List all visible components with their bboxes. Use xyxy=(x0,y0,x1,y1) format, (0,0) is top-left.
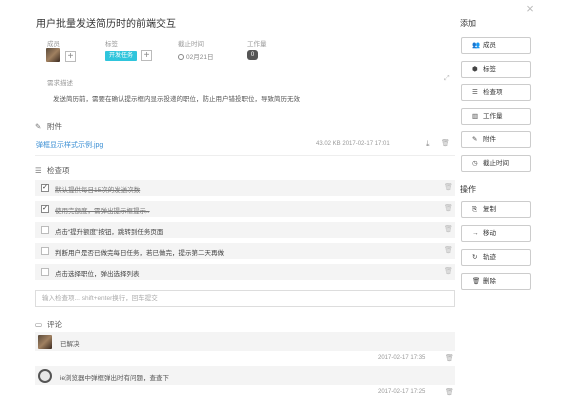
checklist-item[interactable]: ✓ 默认提供每日15次的发送次数 🗑 xyxy=(35,180,455,196)
comment-text: ie浏览器中弹框弹出时有问题，查查下 xyxy=(60,375,170,382)
checklist-input-box[interactable] xyxy=(35,290,455,307)
history-icon: ↻ xyxy=(472,254,478,261)
attachments-heading: ✎ 附件 xyxy=(35,121,62,132)
button-label: 检查项 xyxy=(483,89,503,96)
description-text[interactable]: 发送简历前，需要在确认提示框内显示投递的职位，防止用户错投职位，导致简历无效 xyxy=(53,93,300,103)
button-label: 截止时间 xyxy=(483,160,509,167)
due-date-value: 02月21日 xyxy=(186,54,214,61)
workload-icon: ▥ xyxy=(472,113,479,120)
comment-footer: 2017-02-17 17:35 🗑 xyxy=(35,352,455,365)
trash-icon[interactable]: 🗑 xyxy=(445,388,454,396)
paperclip-icon: ✎ xyxy=(35,122,42,131)
checklist-item-text[interactable]: 使用完额度，需弹出提示框提示.. xyxy=(55,205,150,215)
comments-heading: ▭ 评论 xyxy=(35,319,62,330)
checklist-item-text[interactable]: 点击“提升额度”按钮，跳转到任务页面 xyxy=(55,226,163,236)
add-workload-button[interactable]: ▥ 工作量 xyxy=(461,108,531,125)
delete-button[interactable]: 🗑 删除 xyxy=(461,273,531,290)
tag-label: 标签 xyxy=(105,41,118,48)
add-tag-button[interactable]: + xyxy=(141,50,152,61)
card-detail-main: 用户批量发送简历时的前端交互 成员 标签 截止时间 工作量 + 开发任务 + 0… xyxy=(32,0,457,404)
tag-icon: ⬢ xyxy=(472,66,478,73)
button-label: 复制 xyxy=(483,206,496,213)
checklist-item-text[interactable]: 点击选择职位，弹出选择列表 xyxy=(55,268,140,278)
button-label: 工作量 xyxy=(483,113,503,120)
description-label: 需求描述 xyxy=(47,80,73,87)
member-icon: 👥 xyxy=(472,42,481,49)
member-label: 成员 xyxy=(47,41,60,48)
checklist-heading-label: 检查项 xyxy=(47,166,70,175)
comment-footer: 2017-02-17 17:25 🗑 xyxy=(35,386,455,399)
workload-badge[interactable]: 0 xyxy=(247,50,258,60)
add-heading: 添加 xyxy=(460,19,476,28)
avatar[interactable] xyxy=(38,335,52,349)
sidebar: 添加 👥 成员 ⬢ 标签 ☰ 检查项 ▥ 工作量 ✎ 附件 ◷ 截止时间 操作 ⎘ 复制 → 移… xyxy=(458,0,538,404)
add-checklist-button[interactable]: ☰ 检查项 xyxy=(461,84,531,101)
checkbox[interactable] xyxy=(41,247,49,255)
card-title[interactable]: 用户批量发送简历时的前端交互 xyxy=(36,15,176,30)
checkbox[interactable] xyxy=(41,226,49,234)
add-tag-sidebar-button[interactable]: ⬢ 标签 xyxy=(461,61,531,78)
member-avatar[interactable] xyxy=(46,48,60,62)
comments-heading-label: 评论 xyxy=(47,320,62,329)
checklist-icon: ☰ xyxy=(472,89,478,96)
comment-time: 2017-02-17 17:35 xyxy=(378,355,426,361)
workload-label: 工作量 xyxy=(247,41,267,48)
checklist-item-text[interactable]: 判断用户是否已做完每日任务，若已做完，提示第二天再做 xyxy=(55,247,224,257)
trash-icon[interactable]: 🗑 xyxy=(444,246,453,254)
checklist-item[interactable]: ✓ 使用完额度，需弹出提示框提示.. 🗑 xyxy=(35,201,455,217)
checklist-item[interactable]: 判断用户是否已做完每日任务，若已做完，提示第二天再做 🗑 xyxy=(35,243,455,259)
attachment-meta: 43.02 KB 2017-02-17 17:01 xyxy=(316,141,390,147)
button-label: 删除 xyxy=(483,278,496,285)
trash-icon[interactable]: 🗑 xyxy=(444,183,453,191)
trash-icon[interactable]: 🗑 xyxy=(444,225,453,233)
due-label: 截止时间 xyxy=(178,41,204,48)
checkbox-checked[interactable]: ✓ xyxy=(41,205,49,213)
download-icon[interactable]: ⤓ xyxy=(426,139,430,149)
add-member-button[interactable]: + xyxy=(65,51,76,62)
checklist-item[interactable]: 点击“提升额度”按钮，跳转到任务页面 🗑 xyxy=(35,222,455,238)
move-button[interactable]: → 移动 xyxy=(461,225,531,242)
checklist-input[interactable] xyxy=(36,291,454,306)
comment-item: 已解决 xyxy=(35,332,455,351)
checklist-heading: ☰ 检查项 xyxy=(35,165,70,176)
add-member-sidebar-button[interactable]: 👥 成员 xyxy=(461,37,531,54)
arrow-right-icon: → xyxy=(472,230,479,237)
expand-icon[interactable]: ⤢ xyxy=(444,75,450,83)
trash-icon[interactable]: 🗑 xyxy=(445,354,454,362)
comment-text: 已解决 xyxy=(60,341,80,348)
add-attachment-button[interactable]: ✎ 附件 xyxy=(461,131,531,148)
clock-icon: ◷ xyxy=(472,160,478,167)
tag-badge[interactable]: 开发任务 xyxy=(105,51,138,61)
attachment-link[interactable]: 弹框显示样式示例.jpg xyxy=(36,140,103,150)
button-label: 成员 xyxy=(483,42,496,49)
avatar[interactable] xyxy=(38,369,52,383)
checkbox[interactable] xyxy=(41,268,49,276)
checkbox-checked[interactable]: ✓ xyxy=(41,184,49,192)
checklist-item[interactable]: 点击选择职位，弹出选择列表 🗑 xyxy=(35,264,455,280)
copy-icon: ⎘ xyxy=(472,206,478,213)
comment-time: 2017-02-17 17:25 xyxy=(378,389,426,395)
due-date[interactable]: 02月21日 xyxy=(178,51,213,61)
paperclip-icon: ✎ xyxy=(472,136,478,143)
button-label: 轨迹 xyxy=(483,254,496,261)
trash-icon[interactable]: 🗑 xyxy=(444,204,453,212)
attachments-heading-label: 附件 xyxy=(47,122,62,131)
checklist-item-text[interactable]: 默认提供每日15次的发送次数 xyxy=(55,184,140,194)
operations-heading: 操作 xyxy=(460,185,476,194)
history-button[interactable]: ↻ 轨迹 xyxy=(461,249,531,266)
divider xyxy=(35,155,455,156)
comment-item: ie浏览器中弹框弹出时有问题，查查下 xyxy=(35,366,455,385)
clock-icon xyxy=(178,54,184,60)
comment-icon: ▭ xyxy=(35,320,43,329)
trash-icon: 🗑 xyxy=(472,278,481,285)
button-label: 标签 xyxy=(483,66,496,73)
button-label: 附件 xyxy=(483,136,496,143)
add-due-date-button[interactable]: ◷ 截止时间 xyxy=(461,155,531,172)
trash-icon[interactable]: 🗑 xyxy=(441,139,450,147)
checklist-icon: ☰ xyxy=(35,166,42,175)
button-label: 移动 xyxy=(483,230,496,237)
trash-icon[interactable]: 🗑 xyxy=(444,267,453,275)
copy-button[interactable]: ⎘ 复制 xyxy=(461,201,531,218)
